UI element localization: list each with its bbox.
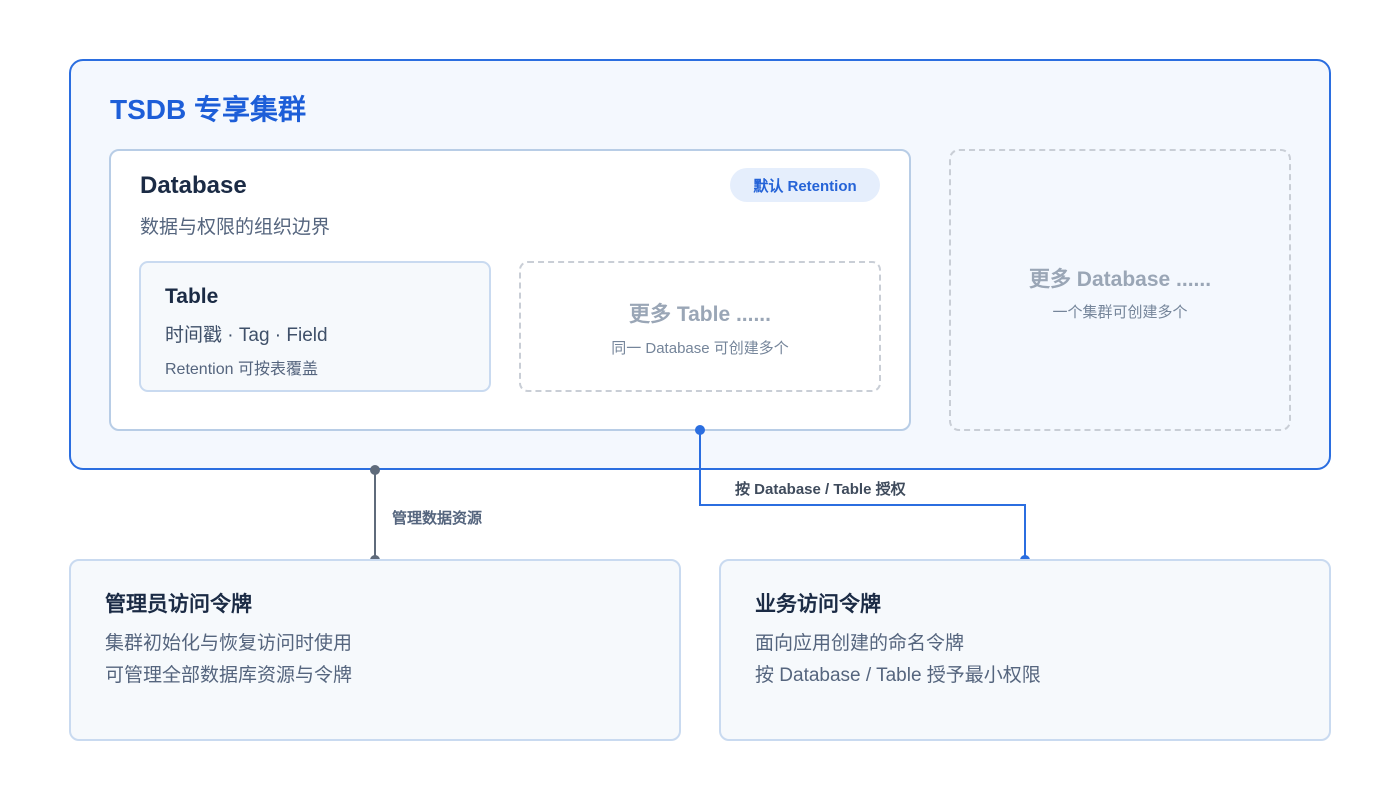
business-token-line-1: 面向应用创建的命名令牌 <box>755 633 965 654</box>
business-connector-start-dot <box>695 425 705 435</box>
business-token-line-2: 按 Database / Table 授予最小权限 <box>755 665 1041 686</box>
admin-connector <box>370 465 380 565</box>
admin-token-title: 管理员访问令牌 <box>105 593 252 616</box>
admin-token-line-2: 可管理全部数据库资源与令牌 <box>105 665 353 686</box>
business-token-title: 业务访问令牌 <box>755 593 881 616</box>
admin-edge-label: 管理数据资源 <box>392 510 483 527</box>
business-edge-label: 按 Database / Table 授权 <box>735 481 906 498</box>
admin-connector-start-dot <box>370 465 380 475</box>
admin-token-line-1: 集群初始化与恢复访问时使用 <box>105 633 353 654</box>
